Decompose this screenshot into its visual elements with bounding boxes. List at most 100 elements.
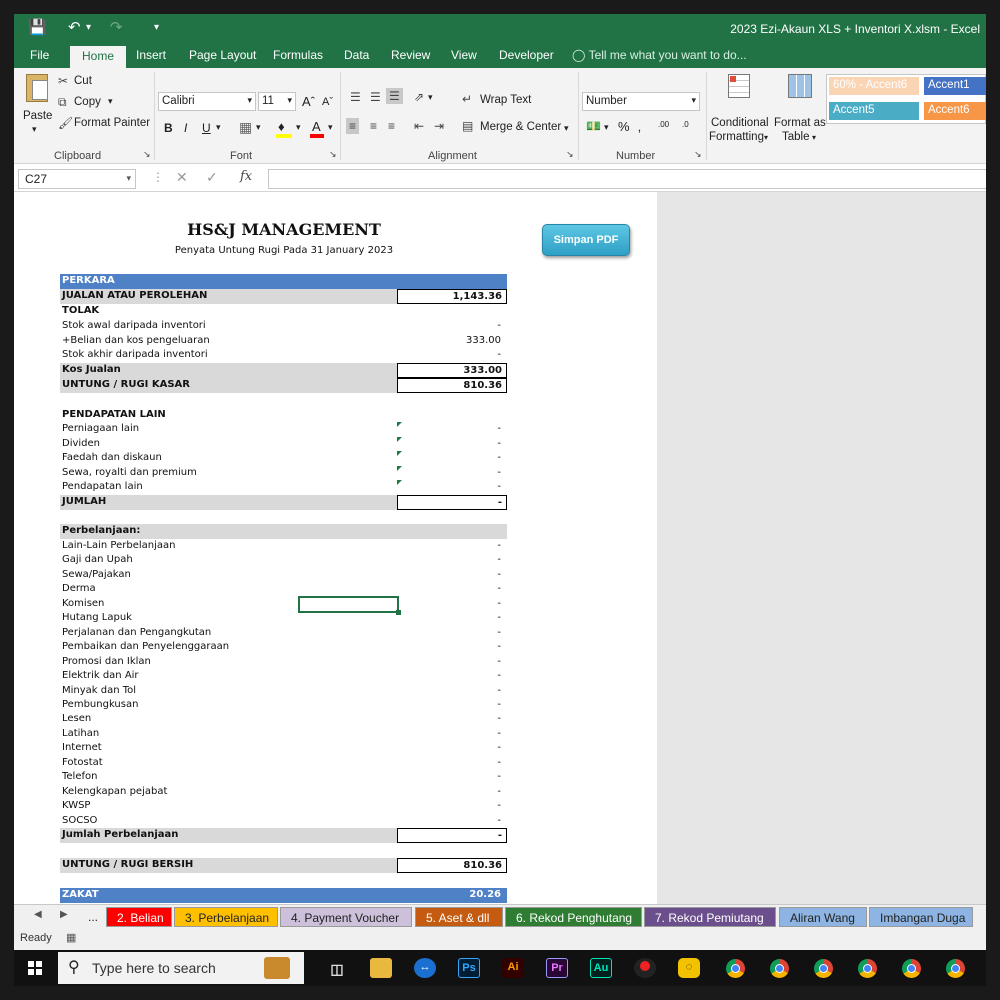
- insert-function-icon[interactable]: fx: [240, 169, 252, 184]
- name-box[interactable]: C27 ▾: [18, 169, 136, 189]
- decrease-font-icon[interactable]: Aˇ: [322, 96, 333, 108]
- sheet-tab[interactable]: ...: [78, 907, 104, 927]
- decrease-decimal-icon[interactable]: .0: [682, 120, 689, 129]
- percent-icon[interactable]: %: [618, 119, 630, 134]
- fill-color-icon[interactable]: ♦: [278, 119, 285, 134]
- undo-icon[interactable]: ↶: [68, 18, 81, 36]
- conditional-formatting-button[interactable]: Conditional Formatting ▾: [708, 70, 770, 148]
- teamviewer-icon[interactable]: ↔: [414, 958, 436, 978]
- taskbar-search[interactable]: ⚲ Type here to search: [58, 952, 304, 984]
- borders-icon[interactable]: ▦: [239, 119, 252, 136]
- tab-review[interactable]: Review: [391, 48, 430, 62]
- redo-icon[interactable]: ↷: [110, 18, 123, 36]
- chrome-icon[interactable]: [902, 959, 921, 978]
- enter-icon[interactable]: ✓: [206, 169, 218, 186]
- photoshop-icon[interactable]: Ps: [458, 958, 480, 978]
- font-color-icon[interactable]: A: [312, 119, 321, 134]
- bold-button[interactable]: B: [164, 121, 173, 135]
- chrome-icon[interactable]: [726, 959, 745, 978]
- audition-icon[interactable]: Au: [590, 958, 612, 978]
- fill-color-dropdown-icon[interactable]: ▾: [296, 122, 301, 133]
- scroll-left-icon[interactable]: ◀: [34, 909, 42, 920]
- paste-button[interactable]: Paste ▾: [20, 72, 54, 142]
- cell-style-60-accent6[interactable]: 60% - Accent6: [829, 77, 919, 95]
- accounting-format-icon[interactable]: 💵: [586, 119, 601, 133]
- premiere-icon[interactable]: Pr: [546, 958, 568, 978]
- fill-handle[interactable]: [396, 610, 401, 615]
- file-explorer-icon[interactable]: [370, 958, 392, 978]
- cut-button[interactable]: Cut: [74, 75, 92, 87]
- alignment-launcher-icon[interactable]: ↘: [566, 149, 574, 160]
- underline-button[interactable]: U: [202, 121, 211, 135]
- merge-center-button[interactable]: Merge & Center: [480, 121, 561, 133]
- chrome-icon[interactable]: [858, 959, 877, 978]
- customize-toolbar-icon[interactable]: ▾: [154, 22, 159, 33]
- worksheet[interactable]: HS&J MANAGEMENT Penyata Untung Rugi Pada…: [14, 192, 657, 904]
- simpan-pdf-button[interactable]: Simpan PDF: [542, 224, 630, 256]
- tab-page-layout[interactable]: Page Layout: [189, 48, 256, 62]
- align-right-icon[interactable]: ≡: [388, 119, 395, 133]
- font-color-dropdown-icon[interactable]: ▾: [328, 122, 333, 133]
- illustrator-icon[interactable]: Ai: [502, 958, 524, 978]
- sheet-tab[interactable]: 5. Aset & dll: [415, 907, 503, 927]
- copy-dropdown-icon[interactable]: ▾: [108, 96, 113, 107]
- number-format-select[interactable]: Number ▾: [582, 92, 700, 111]
- tab-data[interactable]: Data: [344, 48, 369, 62]
- screen-recorder-icon[interactable]: [634, 958, 656, 978]
- comma-style-icon[interactable]: ‚: [638, 119, 641, 134]
- sheet-tab[interactable]: 3. Perbelanjaan: [174, 907, 278, 927]
- tab-view[interactable]: View: [451, 48, 477, 62]
- merge-dropdown-icon[interactable]: ▾: [564, 123, 569, 134]
- decrease-indent-icon[interactable]: ⇤: [414, 119, 424, 133]
- format-painter-button[interactable]: Format Painter: [74, 117, 150, 129]
- font-name-select[interactable]: Calibri ▾: [158, 92, 256, 111]
- copy-button[interactable]: Copy: [74, 96, 101, 108]
- increase-indent-icon[interactable]: ⇥: [434, 119, 444, 133]
- sheet-tab[interactable]: 2. Belian: [106, 907, 172, 927]
- accounting-dropdown-icon[interactable]: ▾: [604, 122, 609, 133]
- format-as-table-button[interactable]: Format as Table ▾: [772, 70, 828, 148]
- font-launcher-icon[interactable]: ↘: [329, 149, 337, 160]
- chrome-icon[interactable]: [770, 959, 789, 978]
- align-top-icon[interactable]: ☰: [350, 90, 361, 104]
- tab-formulas[interactable]: Formulas: [273, 48, 323, 62]
- chrome-icon[interactable]: [946, 959, 965, 978]
- borders-dropdown-icon[interactable]: ▾: [256, 122, 261, 133]
- sheet-tab[interactable]: 7. Rekod Pemiutang: [644, 907, 776, 927]
- wrap-text-button[interactable]: Wrap Text: [480, 94, 531, 106]
- windows-start-icon[interactable]: [28, 961, 42, 975]
- cell-style-accent1[interactable]: Accent1: [924, 77, 986, 95]
- tab-file[interactable]: File: [30, 48, 49, 62]
- formula-input[interactable]: [268, 169, 986, 189]
- align-left-icon[interactable]: ≡: [346, 118, 360, 134]
- align-center-icon[interactable]: ≡: [370, 119, 377, 133]
- sheet-tab[interactable]: 4. Payment Voucher: [280, 907, 412, 927]
- sheet-tab[interactable]: 6. Rekod Penghutang: [505, 907, 642, 927]
- align-middle-icon[interactable]: ☰: [370, 90, 381, 104]
- sheet-tab[interactable]: Aliran Wang: [779, 907, 867, 927]
- orientation-dropdown-icon[interactable]: ▾: [428, 92, 433, 103]
- cell-style-accent6[interactable]: Accent6: [924, 102, 986, 120]
- selected-cell[interactable]: [298, 596, 399, 613]
- clipboard-launcher-icon[interactable]: ↘: [143, 149, 151, 160]
- scroll-right-icon[interactable]: ▶: [60, 909, 68, 920]
- app-icon[interactable]: ◌: [678, 958, 700, 978]
- orientation-icon[interactable]: ⇗: [414, 90, 424, 104]
- tab-insert[interactable]: Insert: [136, 48, 166, 62]
- increase-decimal-icon[interactable]: .00: [658, 120, 669, 129]
- number-launcher-icon[interactable]: ↘: [694, 149, 702, 160]
- undo-dropdown-icon[interactable]: ▾: [86, 22, 91, 33]
- sheet-tab[interactable]: Imbangan Duga: [869, 907, 973, 927]
- chrome-icon[interactable]: [814, 959, 833, 978]
- underline-dropdown-icon[interactable]: ▾: [216, 122, 221, 133]
- cell-style-accent5[interactable]: Accent5: [829, 102, 919, 120]
- tell-me-search[interactable]: ◯ Tell me what you want to do...: [572, 48, 747, 62]
- align-bottom-icon[interactable]: ☰: [386, 88, 403, 104]
- macro-record-icon[interactable]: ▦: [66, 931, 76, 944]
- italic-button[interactable]: I: [184, 121, 187, 135]
- tab-developer[interactable]: Developer: [499, 48, 554, 62]
- cancel-icon[interactable]: ✕: [176, 169, 188, 186]
- task-view-icon[interactable]: ◫: [326, 958, 348, 978]
- increase-font-icon[interactable]: Aˆ: [302, 94, 315, 109]
- save-icon[interactable]: 💾: [28, 18, 47, 36]
